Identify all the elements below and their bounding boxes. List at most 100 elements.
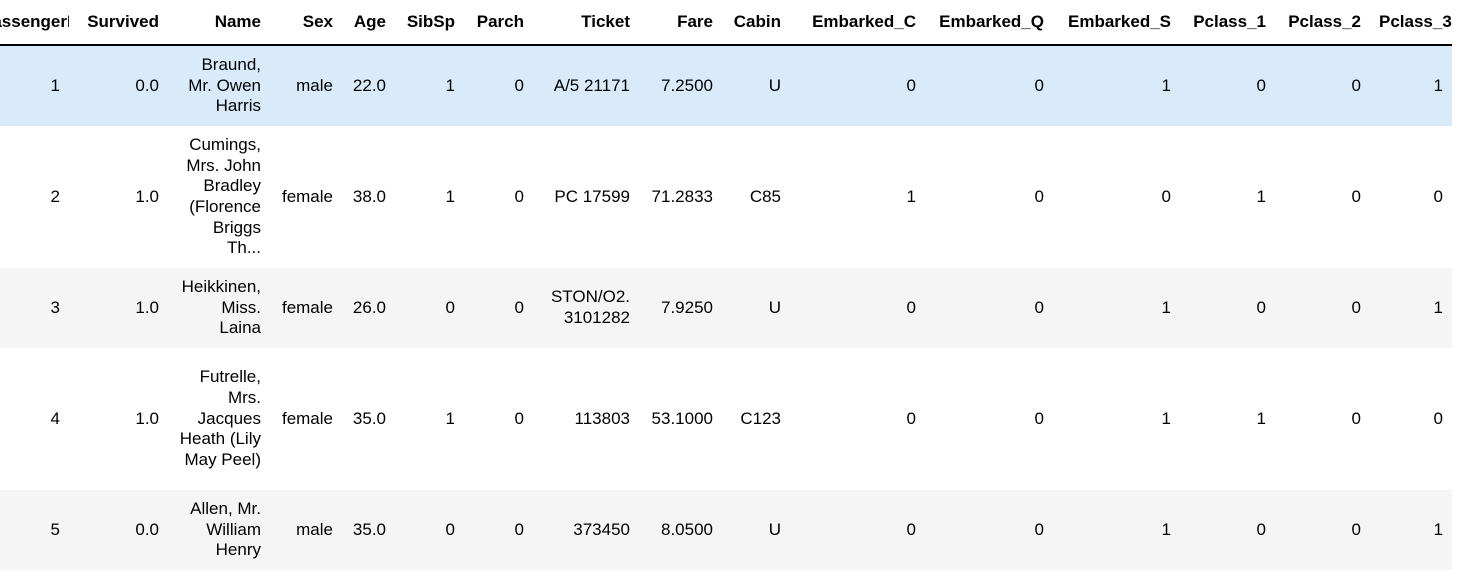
table-cell: 1.0 (135, 186, 159, 206)
table-cell: 0 (514, 75, 524, 95)
table-row[interactable]: 5 0.0 Allen, Mr. William Henry male 35.0… (0, 490, 1452, 570)
table-cell: 1 (1161, 408, 1171, 428)
table-cell: female (281, 186, 333, 206)
table-cell: 1 (445, 186, 455, 206)
table-cell: 0 (906, 297, 916, 317)
table-cell: 1 (1433, 297, 1443, 317)
table-cell: male (296, 519, 333, 539)
column-header-embarked-q[interactable]: Embarked_Q (925, 0, 1053, 46)
column-header-sibsp[interactable]: SibSp (395, 0, 464, 46)
table-cell: 38.0 (352, 186, 386, 206)
table-cell: 1.0 (135, 297, 159, 317)
table-cell: Heikkinen, Miss. Laina (181, 276, 261, 338)
table-cell: 1 (1433, 519, 1443, 539)
table-cell: 1 (1433, 75, 1443, 95)
table-cell: 53.1000 (651, 408, 713, 428)
table-cell: 35.0 (352, 519, 386, 539)
table-cell: 0 (514, 186, 524, 206)
table-cell: 373450 (573, 519, 630, 539)
table-cell: 0 (1256, 519, 1266, 539)
table-cell: 0 (1351, 186, 1361, 206)
table-cell: 1 (906, 186, 916, 206)
column-header-embarked-c[interactable]: Embarked_C (790, 0, 925, 46)
table-cell: 22.0 (352, 75, 386, 95)
table-cell: U (768, 519, 781, 539)
table-cell: 0 (1034, 186, 1044, 206)
header-row: PassengerId Survived Name Sex Age SibSp … (0, 0, 1452, 46)
table-cell: 0 (1034, 519, 1044, 539)
table-cell: 8.0500 (661, 519, 713, 539)
table-row[interactable]: 1 0.0 Braund, Mr. Owen Harris male 22.0 … (0, 45, 1452, 126)
table-cell: male (296, 75, 333, 95)
table-cell: 0 (1034, 75, 1044, 95)
table-cell: C85 (749, 186, 781, 206)
table-cell: U (768, 297, 781, 317)
table-cell: 7.2500 (661, 75, 713, 95)
column-header-fare[interactable]: Fare (639, 0, 722, 46)
table-row[interactable]: 2 1.0 Cumings, Mrs. John Bradley (Floren… (0, 126, 1452, 268)
column-header-passengerid[interactable]: PassengerId (0, 0, 69, 46)
table-cell: 0 (1256, 75, 1266, 95)
table-cell: female (281, 408, 333, 428)
table-cell: STON/O2. 3101282 (550, 287, 630, 327)
table-cell: 1 (445, 408, 455, 428)
column-header-age[interactable]: Age (342, 0, 395, 46)
table-cell: 1 (1256, 408, 1266, 428)
table-cell: Braund, Mr. Owen Harris (188, 54, 261, 116)
table-cell: 0 (1351, 75, 1361, 95)
table-cell: 0 (1034, 408, 1044, 428)
table-cell: 4 (50, 408, 60, 428)
column-header-pclass-1[interactable]: Pclass_1 (1180, 0, 1275, 46)
table-cell: 0 (1034, 297, 1044, 317)
table-cell: female (281, 297, 333, 317)
table-cell: PC 17599 (554, 186, 630, 206)
table-cell: 1 (50, 75, 60, 95)
table-cell: 0 (1351, 297, 1361, 317)
column-header-pclass-3[interactable]: Pclass_3 (1370, 0, 1452, 46)
table-cell: 0 (514, 408, 524, 428)
table-cell: U (768, 75, 781, 95)
table-cell: 1 (1256, 186, 1266, 206)
table-cell: 26.0 (352, 297, 386, 317)
table-cell: 0 (1351, 408, 1361, 428)
table-cell: 0 (1351, 519, 1361, 539)
table-cell: 0 (1433, 186, 1443, 206)
table-cell: 2 (50, 186, 60, 206)
column-header-ticket[interactable]: Ticket (533, 0, 639, 46)
column-header-sex[interactable]: Sex (270, 0, 342, 46)
table-cell: 0 (1256, 297, 1266, 317)
table-cell: 0 (906, 519, 916, 539)
table-cell: 0 (1161, 186, 1171, 206)
table-cell: Cumings, Mrs. John Bradley (Florence Bri… (186, 134, 261, 258)
table-cell: 5 (50, 519, 60, 539)
table-cell: 1.0 (135, 408, 159, 428)
table-cell: Allen, Mr. William Henry (190, 498, 261, 560)
table-cell: 0 (906, 75, 916, 95)
table-cell: 0 (1433, 408, 1443, 428)
table-cell: 0.0 (135, 75, 159, 95)
column-header-parch[interactable]: Parch (464, 0, 533, 46)
table-cell: 1 (1161, 519, 1171, 539)
table-cell: 3 (50, 297, 60, 317)
table-cell: A/5 21171 (553, 75, 630, 95)
table-cell: 0 (906, 408, 916, 428)
table-cell: 7.9250 (661, 297, 713, 317)
table-cell: C123 (740, 408, 781, 428)
table-cell: 71.2833 (651, 186, 713, 206)
table-row[interactable]: 4 1.0 Futrelle, Mrs. Jacques Heath (Lily… (0, 348, 1452, 490)
table-cell: Futrelle, Mrs. Jacques Heath (Lily May P… (179, 367, 261, 470)
dataframe-table: PassengerId Survived Name Sex Age SibSp … (0, 0, 1452, 570)
table-row[interactable]: 3 1.0 Heikkinen, Miss. Laina female 26.0… (0, 268, 1452, 348)
table-cell: 0 (514, 519, 524, 539)
column-header-name[interactable]: Name (168, 0, 270, 46)
column-header-survived[interactable]: Survived (69, 0, 168, 46)
column-header-pclass-2[interactable]: Pclass_2 (1275, 0, 1370, 46)
table-cell: 0.0 (135, 519, 159, 539)
table-cell: 35.0 (352, 408, 386, 428)
table-cell: 1 (1161, 297, 1171, 317)
column-header-embarked-s[interactable]: Embarked_S (1053, 0, 1180, 46)
column-header-cabin[interactable]: Cabin (722, 0, 790, 46)
dataframe-output: PassengerId Survived Name Sex Age SibSp … (0, 0, 1452, 576)
table-cell: 1 (445, 75, 455, 95)
table-cell: 0 (514, 297, 524, 317)
